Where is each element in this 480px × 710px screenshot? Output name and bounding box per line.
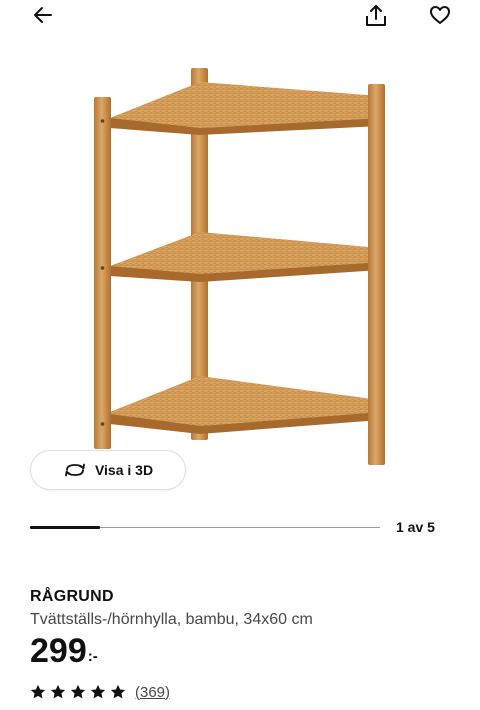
star-icon <box>50 684 66 699</box>
gallery-pager: 1 av 5 <box>396 519 435 535</box>
corner-shelf-illustration <box>94 68 385 465</box>
rotate-3d-icon <box>65 463 85 477</box>
arrow-left-icon <box>34 7 52 23</box>
product-description: Tvättställs-/hörnhylla, bambu, 34x60 cm <box>30 611 313 628</box>
share-button[interactable] <box>361 1 391 31</box>
star-icon <box>70 684 86 699</box>
price-suffix: :- <box>87 648 98 666</box>
star-icon <box>30 684 46 699</box>
view-in-3d-button[interactable]: Visa i 3D <box>30 450 186 490</box>
product-image[interactable] <box>0 48 480 468</box>
favorite-button[interactable] <box>425 0 455 30</box>
product-name: RÅGRUND <box>30 588 114 605</box>
review-count-link[interactable]: (369) <box>135 684 170 701</box>
left-post <box>94 97 111 449</box>
heart-icon <box>430 6 450 24</box>
view-in-3d-label: Visa i 3D <box>94 462 154 478</box>
top-bar <box>0 0 480 34</box>
back-button[interactable] <box>28 0 58 30</box>
star-icon <box>90 684 106 699</box>
price-integer: 299 <box>30 632 87 670</box>
right-post <box>368 84 385 465</box>
product-rating[interactable]: (369) <box>29 683 170 701</box>
share-icon <box>366 5 386 26</box>
product-price: 299 :- <box>30 632 98 670</box>
gallery-progress-fill <box>30 526 100 529</box>
star-icon <box>110 684 126 699</box>
